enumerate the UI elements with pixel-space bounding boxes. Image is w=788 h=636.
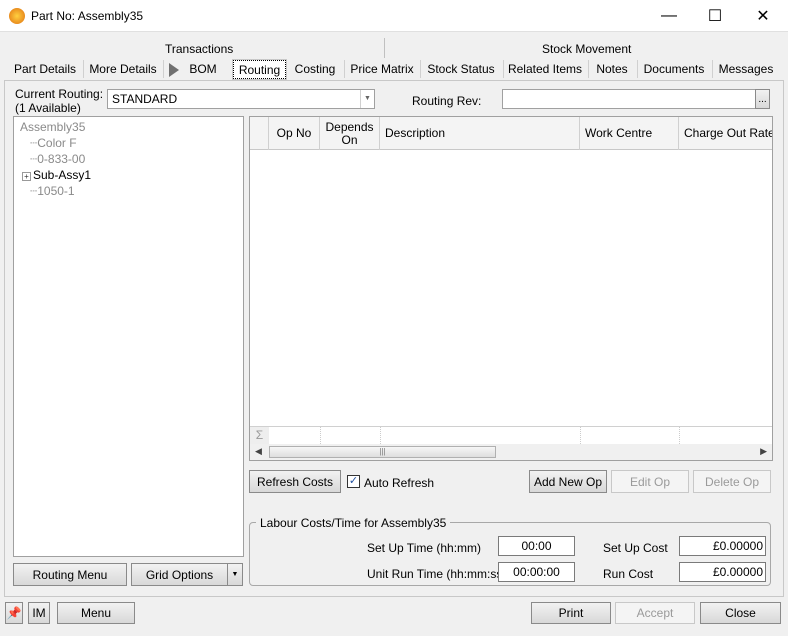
routing-rev-input[interactable] bbox=[502, 89, 756, 109]
bom-tree[interactable]: Assembly35 ┄Color F ┄0-833-00 + Sub-Assy1… bbox=[13, 116, 244, 557]
grid-header: Op No Depends On Description Work Centre… bbox=[250, 117, 772, 150]
tab-part-details[interactable]: Part Details bbox=[12, 60, 78, 79]
tab-price-matrix[interactable]: Price Matrix bbox=[348, 60, 416, 79]
scroll-left-icon[interactable]: ◀ bbox=[255, 446, 262, 457]
current-routing-select[interactable]: STANDARD ▼ bbox=[107, 89, 375, 109]
setup-cost-label: Set Up Cost bbox=[603, 541, 668, 555]
column-depends-on[interactable]: Depends On bbox=[320, 117, 380, 150]
tab-related-items[interactable]: Related Items bbox=[506, 60, 584, 79]
column-op-no[interactable]: Op No bbox=[269, 117, 320, 150]
run-time-label: Unit Run Time (hh:mm:ss) bbox=[367, 567, 507, 581]
menu-button[interactable]: Menu bbox=[57, 602, 135, 624]
column-charge-out-rate[interactable]: Charge Out Rate bbox=[679, 117, 772, 150]
column-work-centre[interactable]: Work Centre bbox=[580, 117, 679, 150]
scrollbar-thumb[interactable]: ||| bbox=[269, 446, 496, 458]
grid-options-dropdown-icon[interactable]: ▼ bbox=[227, 563, 243, 586]
run-cost-label: Run Cost bbox=[603, 567, 654, 581]
tab-divider bbox=[588, 60, 589, 78]
setup-time-label: Set Up Time (hh:mm) bbox=[367, 541, 482, 555]
tree-item[interactable]: ┄Color F bbox=[20, 135, 237, 151]
scroll-right-icon[interactable]: ▶ bbox=[760, 446, 767, 457]
expand-icon[interactable]: + bbox=[22, 172, 31, 181]
tab-divider bbox=[637, 60, 638, 78]
close-button[interactable]: Close bbox=[700, 602, 781, 624]
edit-op-button[interactable]: Edit Op bbox=[611, 470, 689, 493]
tree-root[interactable]: Assembly35 bbox=[20, 119, 237, 135]
window-title: Part No: Assembly35 bbox=[31, 9, 144, 23]
tab-notes[interactable]: Notes bbox=[591, 60, 633, 79]
tab-divider bbox=[83, 60, 84, 78]
pin-icon[interactable]: 📌 bbox=[5, 602, 23, 624]
print-button[interactable]: Print bbox=[531, 602, 611, 624]
horizontal-scrollbar[interactable]: ◀ ||| ▶ bbox=[250, 444, 772, 460]
refresh-costs-button[interactable]: Refresh Costs bbox=[249, 470, 341, 493]
tree-item[interactable]: + Sub-Assy1 bbox=[20, 167, 237, 183]
current-routing-label: Current Routing: bbox=[15, 87, 104, 101]
group-divider bbox=[384, 38, 385, 58]
sigma-icon: Σ bbox=[250, 427, 269, 444]
tab-bom[interactable]: BOM bbox=[186, 60, 220, 79]
close-window-button[interactable]: ✕ bbox=[740, 0, 786, 32]
maximize-button[interactable]: ☐ bbox=[692, 0, 738, 32]
tab-routing[interactable]: Routing bbox=[232, 59, 287, 80]
summary-row: Σ bbox=[250, 426, 772, 444]
tab-divider bbox=[712, 60, 713, 78]
tab-stock-status[interactable]: Stock Status bbox=[423, 60, 499, 79]
tree-item[interactable]: ┄0-833-00 bbox=[20, 151, 237, 167]
tab-divider bbox=[420, 60, 421, 78]
row-header-column bbox=[250, 117, 269, 150]
routing-available-label: (1 Available) bbox=[15, 101, 81, 115]
tree-item[interactable]: ┄1050-1 bbox=[20, 183, 237, 199]
routing-menu-button[interactable]: Routing Menu bbox=[13, 563, 127, 586]
minimize-button[interactable]: — bbox=[646, 0, 692, 32]
routing-rev-label: Routing Rev: bbox=[412, 94, 482, 108]
run-cost-input[interactable]: £0.00000 bbox=[679, 562, 766, 582]
tab-divider bbox=[503, 60, 504, 78]
add-new-op-button[interactable]: Add New Op bbox=[529, 470, 607, 493]
auto-refresh-checkbox[interactable]: ✓ bbox=[347, 475, 360, 488]
current-routing-value: STANDARD bbox=[112, 92, 178, 106]
grid-options-button[interactable]: Grid Options bbox=[131, 563, 228, 586]
title-bar: Part No: Assembly35 — ☐ ✕ bbox=[0, 0, 788, 32]
im-button[interactable]: IM bbox=[28, 602, 50, 624]
scroll-tabs-arrow-icon[interactable] bbox=[169, 63, 179, 77]
routing-rev-browse-button[interactable]: ... bbox=[755, 89, 770, 109]
tab-more-details[interactable]: More Details bbox=[88, 60, 158, 79]
labour-costs-title: Labour Costs/Time for Assembly35 bbox=[256, 516, 451, 530]
tab-divider bbox=[344, 60, 345, 78]
tab-messages[interactable]: Messages bbox=[715, 60, 777, 79]
setup-time-input[interactable]: 00:00 bbox=[498, 536, 575, 556]
tab-group-transactions: Transactions bbox=[165, 42, 234, 56]
run-time-input[interactable]: 00:00:00 bbox=[498, 562, 575, 582]
tab-documents[interactable]: Documents bbox=[640, 60, 708, 79]
app-logo-icon bbox=[9, 8, 25, 24]
column-description[interactable]: Description bbox=[380, 117, 580, 150]
tab-divider bbox=[163, 60, 164, 78]
tab-costing[interactable]: Costing bbox=[290, 60, 340, 79]
chevron-down-icon[interactable]: ▼ bbox=[360, 90, 374, 108]
auto-refresh-label: Auto Refresh bbox=[364, 476, 435, 490]
operations-grid[interactable]: Op No Depends On Description Work Centre… bbox=[249, 116, 773, 461]
tab-group-stock-movement: Stock Movement bbox=[542, 42, 632, 56]
setup-cost-input[interactable]: £0.00000 bbox=[679, 536, 766, 556]
delete-op-button[interactable]: Delete Op bbox=[693, 470, 771, 493]
accept-button[interactable]: Accept bbox=[615, 602, 695, 624]
